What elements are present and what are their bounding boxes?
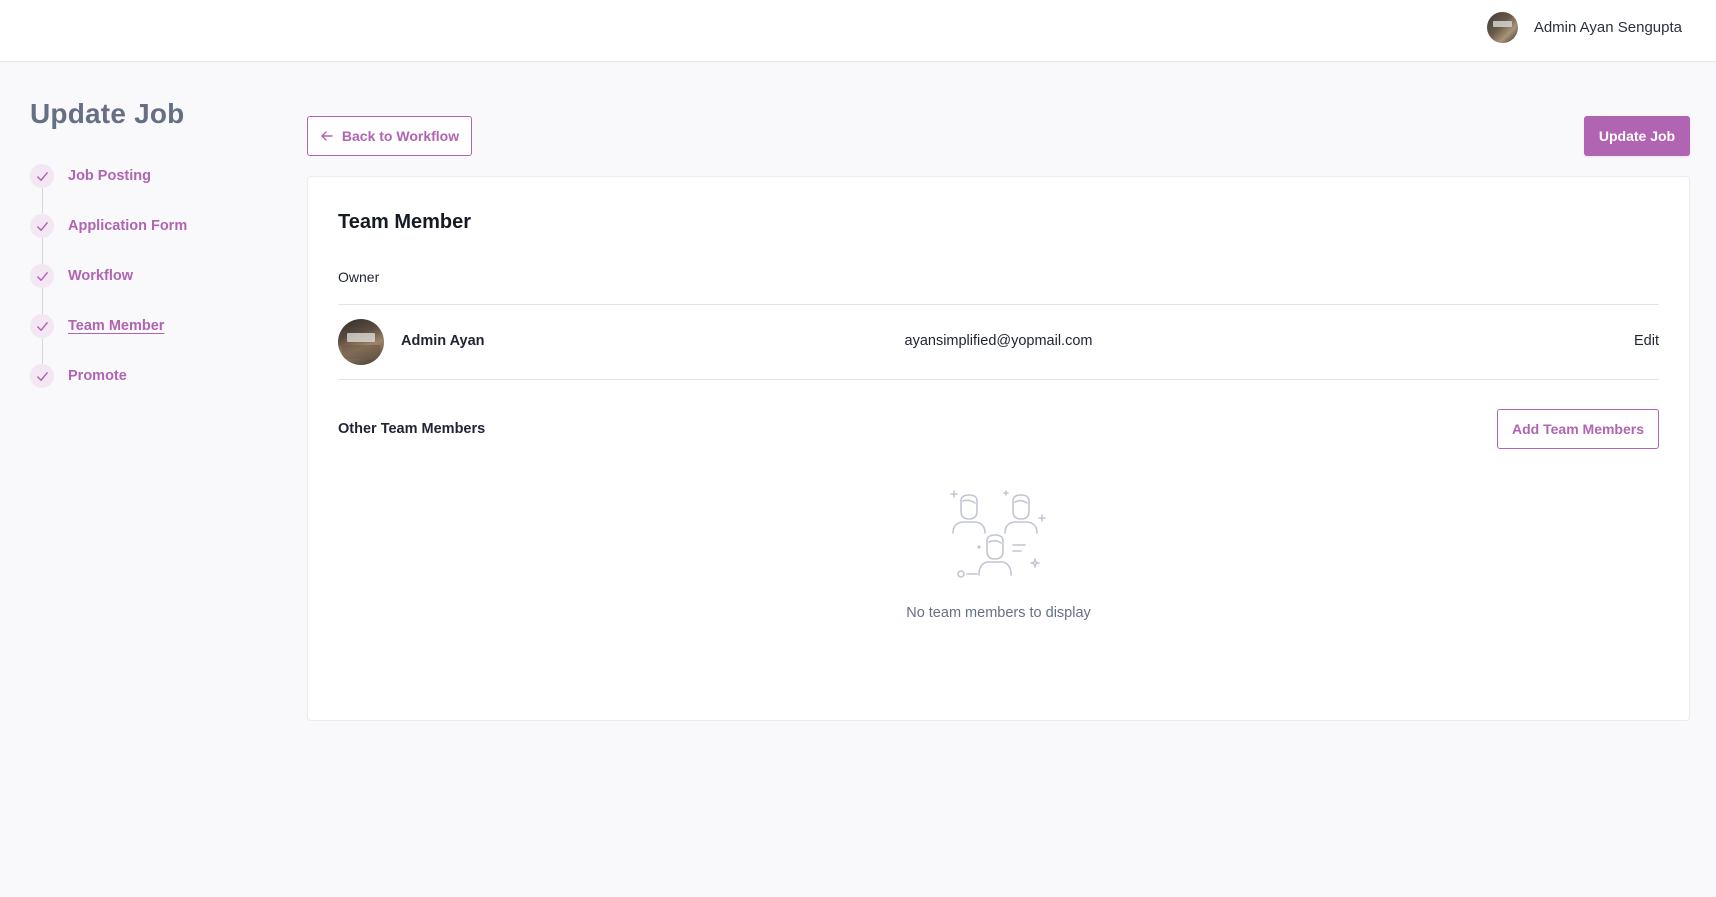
step-label[interactable]: Promote [68,364,127,388]
step-job-posting[interactable]: Job Posting [30,164,260,214]
step-connector [41,238,43,264]
back-label: Back to Workflow [341,128,460,144]
check-icon [30,264,54,288]
other-team-members-label: Other Team Members [338,421,486,437]
step-team-member[interactable]: Team Member [30,314,260,364]
step-workflow[interactable]: Workflow [30,264,260,314]
top-header: Admin Ayan Sengupta [0,0,1716,62]
step-list: Job Posting Application Form Workflow Te… [30,164,260,414]
step-promote[interactable]: Promote [30,364,260,414]
user-menu[interactable]: Admin Ayan Sengupta [1486,12,1682,43]
check-icon [30,364,54,388]
step-label[interactable]: Job Posting [68,164,151,188]
edit-owner-link[interactable]: Edit [1634,333,1659,349]
team-empty-icon [950,490,1046,578]
step-label[interactable]: Workflow [68,264,133,288]
check-icon [30,164,54,188]
arrow-left-icon [321,131,333,141]
step-connector [41,338,43,364]
divider [338,379,1659,380]
user-name[interactable]: Admin Ayan Sengupta [1534,19,1682,36]
step-connector [41,188,43,214]
card-title: Team Member [338,211,472,233]
empty-state-text: No team members to display [906,605,1091,621]
step-application-form[interactable]: Application Form [30,214,260,264]
update-job-button[interactable]: Update Job [1584,116,1690,156]
divider [338,304,1659,305]
owner-row: Admin Ayan ayansimplified@yopmail.com Ed… [338,319,1659,365]
page-title: Update Job [30,98,185,129]
check-icon [30,214,54,238]
user-avatar[interactable] [1486,12,1518,43]
owner-email: ayansimplified@yopmail.com [904,333,1093,349]
step-label[interactable]: Team Member [68,314,164,338]
owner-label: Owner [338,269,380,285]
check-icon [30,314,54,338]
back-to-workflow-button[interactable]: Back to Workflow [307,116,472,156]
step-connector [41,288,43,314]
add-team-members-button[interactable]: Add Team Members [1497,409,1659,449]
team-member-card: Team Member Owner Admin Ayan ayansimplif… [307,176,1690,721]
step-label[interactable]: Application Form [68,214,187,238]
